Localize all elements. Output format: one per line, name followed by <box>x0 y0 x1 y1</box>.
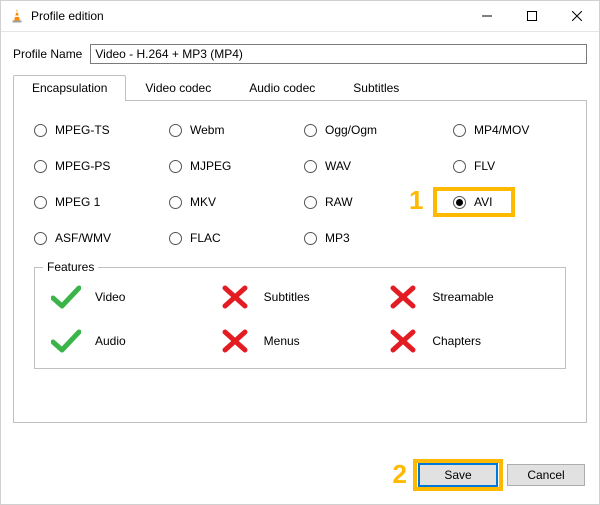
encapsulation-option[interactable]: ASF/WMV <box>34 231 161 245</box>
encapsulation-option-label: Webm <box>190 123 224 137</box>
encapsulation-option[interactable]: WAV <box>304 159 431 173</box>
encapsulation-option-label: ASF/WMV <box>55 231 111 245</box>
feature-label: Video <box>95 290 125 304</box>
tab-label: Video codec <box>145 81 211 95</box>
features-legend: Features <box>43 260 98 274</box>
encapsulation-option[interactable]: MPEG-TS <box>34 123 161 137</box>
radio-icon <box>169 160 182 173</box>
window-title: Profile edition <box>31 9 464 23</box>
dialog-button-bar: 2 Save Cancel <box>393 459 585 490</box>
feature-item: Chapters <box>388 328 549 354</box>
feature-label: Audio <box>95 334 126 348</box>
encapsulation-option-label: FLAC <box>190 231 221 245</box>
encapsulation-option-label: MPEG-PS <box>55 159 110 173</box>
encapsulation-option-label: RAW <box>325 195 353 209</box>
radio-icon <box>169 232 182 245</box>
encapsulation-option[interactable]: Webm <box>169 123 296 137</box>
encapsulation-option[interactable]: Ogg/Ogm <box>304 123 431 137</box>
window-minimize-button[interactable] <box>464 1 509 31</box>
encapsulation-option-label: MJPEG <box>190 159 231 173</box>
feature-item: Menus <box>220 328 381 354</box>
annotation-number-2: 2 <box>393 459 407 490</box>
encapsulation-option-label: AVI <box>474 195 492 209</box>
tab-label: Subtitles <box>353 81 399 95</box>
tabstrip: Encapsulation Video codec Audio codec Su… <box>13 74 587 101</box>
profile-name-input[interactable] <box>90 44 587 64</box>
feature-label: Subtitles <box>264 290 310 304</box>
cross-icon <box>220 284 250 310</box>
annotation-number-1: 1 <box>409 187 423 213</box>
profile-edition-window: Profile edition Profile Name Encapsulati… <box>0 0 600 505</box>
encapsulation-option-label: MP4/MOV <box>474 123 529 137</box>
encapsulation-option-label: MPEG 1 <box>55 195 100 209</box>
titlebar: Profile edition <box>1 1 599 32</box>
encapsulation-option-label: Ogg/Ogm <box>325 123 377 137</box>
tab-panel-encapsulation: MPEG-TS Webm Ogg/Ogm MP4/MOV MPEG-PS MJPEG WAV… <box>13 101 587 423</box>
radio-icon <box>304 124 317 137</box>
encapsulation-option[interactable]: MP4/MOV <box>439 123 566 137</box>
tab-label: Audio codec <box>249 81 315 95</box>
tab-label: Encapsulation <box>32 81 107 95</box>
feature-label: Chapters <box>432 334 481 348</box>
cross-icon <box>388 328 418 354</box>
radio-icon <box>34 232 47 245</box>
encapsulation-option-label: MPEG-TS <box>55 123 110 137</box>
features-group: Features VideoSubtitlesStreamableAudioMe… <box>34 267 566 369</box>
cross-icon <box>220 328 250 354</box>
radio-icon <box>34 160 47 173</box>
encapsulation-option[interactable]: AVI1 <box>439 195 566 209</box>
encapsulation-option[interactable]: FLV <box>439 159 566 173</box>
radio-icon <box>453 160 466 173</box>
encapsulation-radio-group: MPEG-TS Webm Ogg/Ogm MP4/MOV MPEG-PS MJPEG WAV… <box>34 123 566 245</box>
feature-label: Streamable <box>432 290 493 304</box>
encapsulation-option[interactable]: MPEG-PS <box>34 159 161 173</box>
feature-item: Video <box>51 284 212 310</box>
radio-icon <box>304 196 317 209</box>
radio-icon <box>453 124 466 137</box>
window-maximize-button[interactable] <box>509 1 554 31</box>
feature-item: Subtitles <box>220 284 381 310</box>
check-icon <box>51 284 81 310</box>
radio-icon <box>453 196 466 209</box>
check-icon <box>51 328 81 354</box>
feature-item: Streamable <box>388 284 549 310</box>
radio-icon <box>304 232 317 245</box>
radio-icon <box>169 124 182 137</box>
tab-video-codec[interactable]: Video codec <box>126 75 230 101</box>
radio-icon <box>304 160 317 173</box>
encapsulation-option[interactable]: MP3 <box>304 231 431 245</box>
feature-label: Menus <box>264 334 300 348</box>
feature-item: Audio <box>51 328 212 354</box>
encapsulation-option-label: FLV <box>474 159 495 173</box>
save-button[interactable]: Save <box>419 464 497 486</box>
encapsulation-option-label: MKV <box>190 195 216 209</box>
cross-icon <box>388 284 418 310</box>
encapsulation-option[interactable]: MPEG 1 <box>34 195 161 209</box>
features-grid: Video Subtitles Streamable Audio Menus Chapte… <box>51 284 549 354</box>
radio-icon <box>34 196 47 209</box>
tab-subtitles[interactable]: Subtitles <box>334 75 418 101</box>
tab-encapsulation[interactable]: Encapsulation <box>13 75 126 101</box>
cancel-button[interactable]: Cancel <box>507 464 585 486</box>
window-close-button[interactable] <box>554 1 599 31</box>
encapsulation-option-label: MP3 <box>325 231 350 245</box>
tab-audio-codec[interactable]: Audio codec <box>230 75 334 101</box>
radio-icon <box>34 124 47 137</box>
encapsulation-option[interactable]: MKV <box>169 195 296 209</box>
radio-icon <box>169 196 182 209</box>
profile-name-label: Profile Name <box>13 47 82 61</box>
encapsulation-option-label: WAV <box>325 159 351 173</box>
encapsulation-option[interactable]: MJPEG <box>169 159 296 173</box>
encapsulation-option[interactable]: FLAC <box>169 231 296 245</box>
vlc-cone-icon <box>9 8 25 24</box>
